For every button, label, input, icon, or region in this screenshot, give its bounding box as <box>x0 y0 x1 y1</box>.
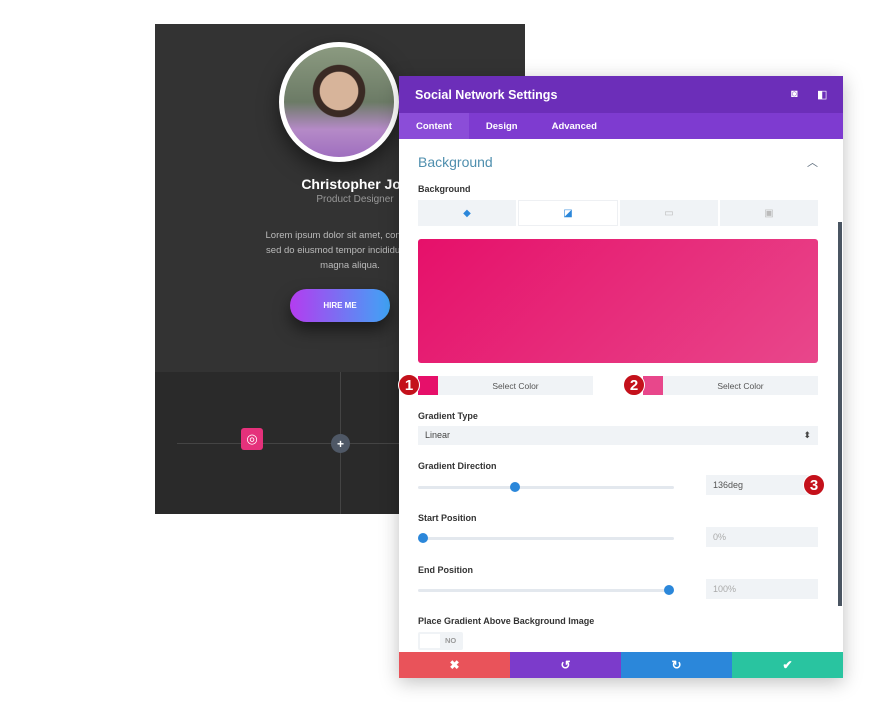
select-arrows-icon: ⬍ <box>803 430 811 440</box>
background-label: Background <box>418 184 471 194</box>
undo-button[interactable]: ↺ <box>510 652 621 678</box>
panel-header: Social Network Settings <box>399 76 843 113</box>
select-start-color-button[interactable]: Select Color <box>438 376 593 395</box>
section-title[interactable]: Background <box>418 154 493 170</box>
annotation-badge-3: 3 <box>803 474 825 496</box>
toggle-value: NO <box>445 636 457 645</box>
gradient-preview <box>418 239 818 363</box>
annotation-badge-1: 1 <box>398 374 420 396</box>
redo-button[interactable]: ↻ <box>621 652 732 678</box>
avatar <box>279 42 399 162</box>
gradient-type-select[interactable]: Linear ⬍ <box>418 426 818 445</box>
dribbble-icon[interactable]: ◎ <box>241 428 263 450</box>
toggle-knob <box>420 634 440 648</box>
color-icon[interactable]: ◆ <box>418 200 516 226</box>
video-icon[interactable]: ▣ <box>720 200 818 226</box>
select-end-color-button[interactable]: Select Color <box>663 376 818 395</box>
cancel-button[interactable]: ✖ <box>399 652 510 678</box>
scrollbar[interactable] <box>838 222 842 606</box>
start-color-swatch[interactable] <box>418 376 438 395</box>
gradient-icon[interactable]: ◪ <box>518 200 618 226</box>
slider-handle[interactable] <box>418 533 429 543</box>
plus-icon[interactable]: + <box>331 434 350 453</box>
hire-me-button[interactable]: HIRE ME <box>290 289 390 322</box>
tab-design[interactable]: Design <box>469 113 535 139</box>
start-position-slider[interactable] <box>418 533 674 543</box>
gradient-type-value: Linear <box>425 430 451 440</box>
panel-title: Social Network Settings <box>415 88 558 102</box>
panel-footer: ✖ ↺ ↻ ✔ <box>399 652 843 678</box>
gradient-direction-input[interactable]: 136deg <box>706 475 818 495</box>
chevron-up-icon[interactable]: ︿ <box>807 154 818 170</box>
place-gradient-label: Place Gradient Above Background Image <box>418 616 595 626</box>
end-position-label: End Position <box>418 565 473 575</box>
background-type-tabs: ◆ ◪ ▭ ▣ <box>418 200 818 226</box>
slider-handle[interactable] <box>509 482 520 492</box>
settings-panel: Social Network Settings ◙ ◧ Content Desi… <box>399 76 843 678</box>
image-icon[interactable]: ▭ <box>620 200 718 226</box>
gradient-direction-slider[interactable] <box>418 482 674 492</box>
end-position-slider[interactable] <box>418 585 674 595</box>
tab-bar: Content Design Advanced <box>399 113 843 139</box>
slider-handle[interactable] <box>663 585 674 595</box>
start-position-input[interactable]: 0% <box>706 527 818 547</box>
gradient-direction-label: Gradient Direction <box>418 461 497 471</box>
end-position-input[interactable]: 100% <box>706 579 818 599</box>
focus-icon[interactable]: ◙ <box>791 88 798 100</box>
sidebar-toggle-icon[interactable]: ◧ <box>817 88 827 101</box>
end-color-swatch[interactable] <box>643 376 663 395</box>
gradient-type-label: Gradient Type <box>418 411 478 421</box>
save-button[interactable]: ✔ <box>732 652 843 678</box>
place-gradient-toggle[interactable]: NO <box>418 632 463 650</box>
annotation-badge-2: 2 <box>623 374 645 396</box>
tab-advanced[interactable]: Advanced <box>535 113 614 139</box>
tab-content[interactable]: Content <box>399 113 469 139</box>
start-position-label: Start Position <box>418 513 477 523</box>
